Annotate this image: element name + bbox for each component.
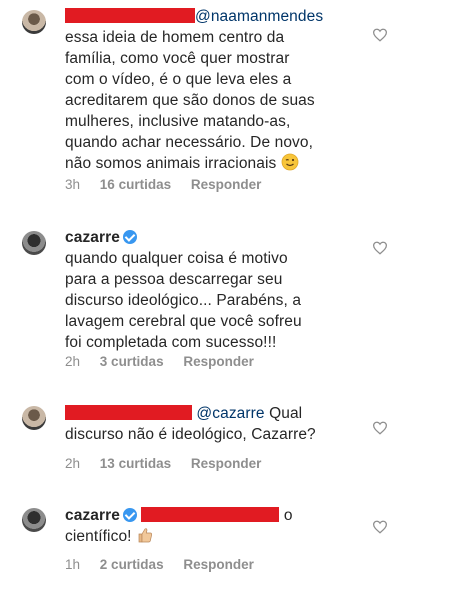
likes-count[interactable]: 2 curtidas (100, 557, 164, 572)
comment-text: Qual (269, 405, 303, 422)
likes-count[interactable]: 3 curtidas (100, 354, 164, 369)
avatar[interactable] (22, 10, 46, 34)
comment-text: o (283, 507, 293, 524)
redacted-username (65, 8, 195, 23)
comment-header: cazarre (65, 227, 388, 248)
comment-text-line: lavagem cerebral que você sofreu (65, 313, 302, 330)
comment-text-line: quando qualquer coisa é motivo (65, 250, 288, 267)
comment-text-line: família, como você quer mostrar (65, 50, 290, 67)
comment-text-line-last: científico! (65, 526, 388, 547)
comment-text-line: mulheres, inclusive matando-as, (65, 113, 291, 130)
redacted-username (65, 405, 192, 420)
heart-icon[interactable] (372, 421, 388, 435)
comment-header: @cazarre Qual (65, 403, 388, 424)
comment-meta: 1h 2 curtidas Responder (65, 557, 270, 572)
timestamp: 2h (65, 456, 81, 471)
likes-count[interactable]: 13 curtidas (100, 456, 171, 471)
comment-text-line: acreditarem que são donos de suas (65, 92, 315, 109)
timestamp: 3h (65, 177, 81, 192)
comment-text: não somos animais irracionais (65, 155, 277, 172)
comment-header: @naamanmendes (65, 6, 388, 27)
comment-text-line: quando achar necessário. De novo, (65, 134, 314, 151)
wink-emoji-icon (281, 153, 299, 171)
mention-link[interactable]: @naamanmendes (195, 8, 323, 25)
reply-button[interactable]: Responder (191, 177, 262, 192)
comment-text-line: com o vídeo, é o que leva eles a (65, 71, 292, 88)
mention-link[interactable]: @cazarre (196, 405, 264, 422)
heart-icon[interactable] (372, 28, 388, 42)
verified-badge-icon (123, 508, 137, 522)
reply-button[interactable]: Responder (183, 354, 254, 369)
avatar[interactable] (22, 231, 46, 255)
comment-text-line: para a pessoa descarregar seu (65, 271, 283, 288)
comment-header: cazarre o (65, 505, 388, 526)
username-link[interactable]: cazarre (65, 229, 120, 246)
avatar[interactable] (22, 406, 46, 430)
comment-text-line: discurso não é ideológico, Cazarre? (65, 426, 316, 443)
heart-icon[interactable] (372, 520, 388, 534)
comment-text-line-last: não somos animais irracionais (65, 153, 388, 174)
heart-icon[interactable] (372, 241, 388, 255)
comment-meta: 2h 13 curtidas Responder (65, 456, 277, 471)
timestamp: 2h (65, 354, 81, 369)
comment-text-line: discurso ideológico... Parabéns, a (65, 292, 302, 309)
comment-text: científico! (65, 528, 132, 545)
likes-count[interactable]: 16 curtidas (100, 177, 171, 192)
reply-button[interactable]: Responder (191, 456, 262, 471)
verified-badge-icon (123, 230, 137, 244)
avatar[interactable] (22, 508, 46, 532)
comment-meta: 3h 16 curtidas Responder (65, 177, 277, 192)
timestamp: 1h (65, 557, 81, 572)
comment-text-line: essa ideia de homem centro da (65, 29, 285, 46)
redacted-text (141, 507, 280, 522)
username-link[interactable]: cazarre (65, 507, 120, 524)
comment-text-line: foi completada com sucesso!!! (65, 334, 277, 351)
reply-button[interactable]: Responder (183, 557, 254, 572)
comment-meta: 2h 3 curtidas Responder (65, 354, 270, 369)
thumbs-up-emoji-icon (138, 528, 153, 543)
